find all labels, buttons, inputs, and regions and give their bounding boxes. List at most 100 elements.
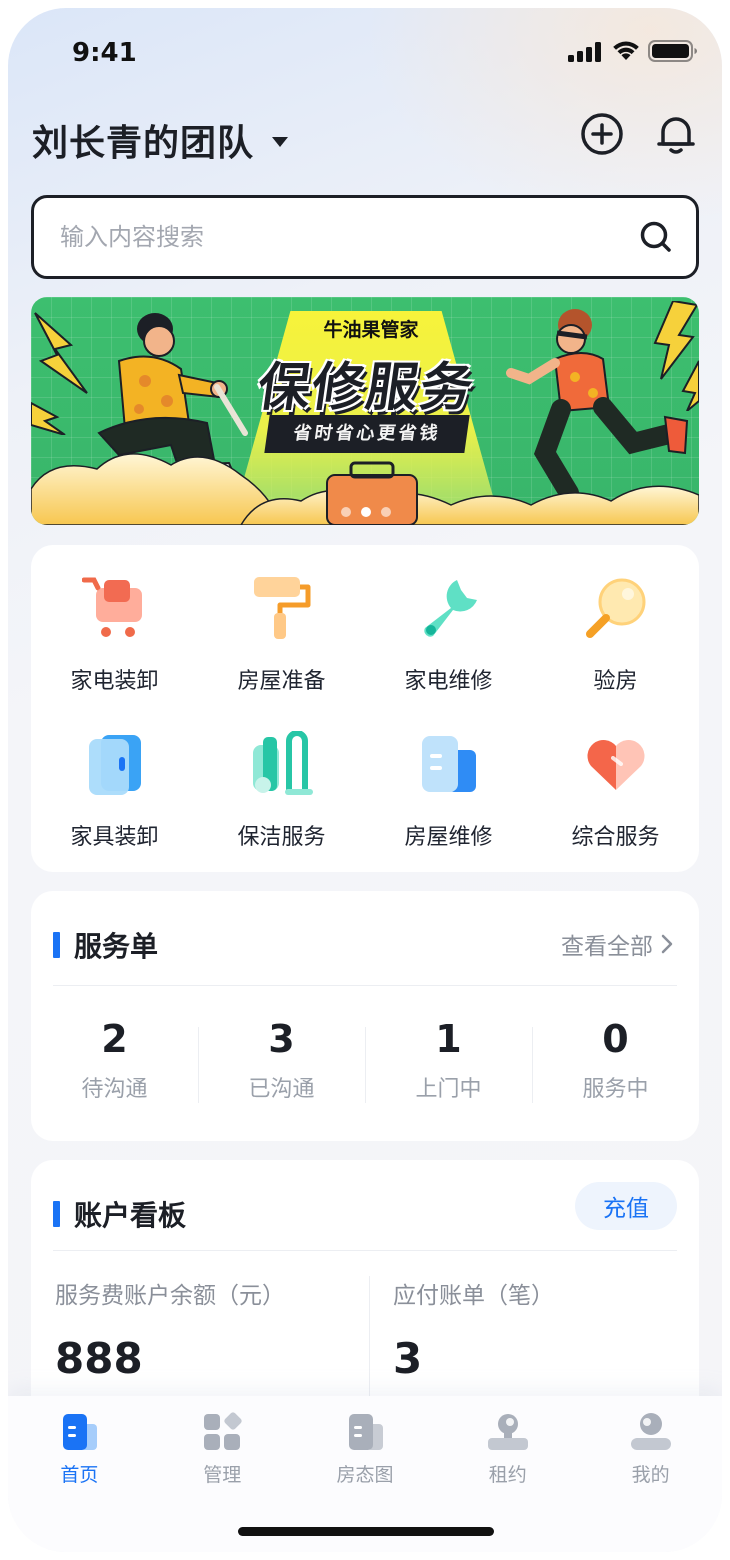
service-label: 房屋准备	[237, 669, 326, 694]
bills-stat[interactable]: 应付账单（笔） 3	[365, 1276, 699, 1416]
cleaning-icon	[247, 729, 317, 799]
stat-label: 待沟通	[81, 1077, 148, 1102]
search-box[interactable]	[31, 195, 699, 279]
section-accent-bar	[53, 1201, 60, 1227]
service-label: 家具装卸	[70, 825, 159, 850]
profile-icon	[627, 1410, 675, 1454]
banner-brand: 牛油果管家	[323, 319, 419, 341]
tab-profile[interactable]: 我的	[579, 1410, 722, 1487]
pagination-dot[interactable]	[341, 507, 351, 517]
order-stats: 2 待沟通 3 已沟通 1 上门中 0 服务中	[31, 1017, 699, 1103]
divider	[53, 1250, 677, 1251]
stat-value: 0	[602, 1017, 629, 1061]
service-label: 综合服务	[571, 825, 660, 850]
section-title: 账户看板	[74, 1199, 187, 1232]
cart-icon	[80, 573, 150, 643]
tab-manage[interactable]: 管理	[151, 1410, 294, 1487]
wardrobe-icon	[80, 729, 150, 799]
pagination-dot-active[interactable]	[361, 507, 371, 517]
building-icon	[341, 1410, 389, 1454]
paint-roller-icon	[247, 573, 317, 643]
service-label: 保洁服务	[237, 825, 326, 850]
building-icon	[414, 729, 484, 799]
status-bar: 9:41	[8, 8, 722, 104]
section-title: 服务单	[74, 930, 159, 963]
services-grid: 家电装卸 房屋准备 家电维修 验房 家具装卸 保洁服务 房屋维修 综合服务	[31, 573, 699, 851]
account-stats: 服务费账户余额（元） 888 应付账单（笔） 3	[31, 1276, 699, 1416]
cellular-signal-icon	[568, 42, 601, 62]
heart-icon	[581, 729, 651, 799]
tab-label: 我的	[631, 1464, 670, 1486]
banner-pagination	[341, 507, 391, 517]
team-switcher[interactable]: 刘长青的团队	[32, 114, 289, 166]
service-label: 家电维修	[404, 669, 493, 694]
add-button[interactable]	[580, 112, 624, 156]
search-input[interactable]	[60, 223, 638, 251]
recharge-button[interactable]: 充值	[575, 1182, 677, 1230]
tab-room-status[interactable]: 房态图	[294, 1410, 437, 1487]
stat-label: 上门中	[415, 1077, 482, 1102]
bills-value: 3	[393, 1334, 423, 1383]
service-appliance-moving[interactable]: 家电装卸	[31, 573, 198, 695]
section-header: 服务单	[53, 925, 158, 965]
service-label: 房屋维修	[404, 825, 493, 850]
divider	[53, 985, 677, 986]
status-time: 9:41	[72, 38, 137, 68]
tab-label: 首页	[60, 1464, 99, 1486]
home-indicator[interactable]	[238, 1527, 494, 1536]
stat-label: 服务中	[582, 1077, 649, 1102]
stat-value: 2	[101, 1017, 128, 1061]
chevron-right-icon	[661, 934, 673, 954]
balance-label: 服务费账户余额（元）	[55, 1283, 285, 1309]
home-icon	[55, 1410, 103, 1454]
service-furniture-moving[interactable]: 家具装卸	[31, 729, 198, 851]
tab-home[interactable]: 首页	[8, 1410, 151, 1487]
wifi-icon	[613, 41, 639, 60]
tab-label: 管理	[203, 1464, 242, 1486]
stat-on-the-way[interactable]: 1 上门中	[365, 1017, 532, 1103]
stat-pending-communication[interactable]: 2 待沟通	[31, 1017, 198, 1103]
service-label: 家电装卸	[70, 669, 159, 694]
balance-stat[interactable]: 服务费账户余额（元） 888	[31, 1276, 365, 1383]
battery-icon	[648, 40, 697, 62]
services-card: 家电装卸 房屋准备 家电维修 验房 家具装卸 保洁服务 房屋维修 综合服务	[31, 545, 699, 872]
promo-banner[interactable]: 牛油果管家 保修服务 省时省心更省钱	[31, 297, 699, 525]
section-header: 账户看板	[53, 1194, 186, 1234]
balance-value: 888	[55, 1334, 143, 1383]
service-general[interactable]: 综合服务	[532, 729, 699, 851]
stat-value: 3	[268, 1017, 295, 1061]
view-all-link[interactable]: 查看全部	[561, 927, 673, 961]
banner-title: 保修服务	[253, 358, 479, 418]
caret-down-icon	[272, 137, 289, 147]
bell-icon	[657, 117, 695, 154]
tab-label: 房态图	[336, 1464, 394, 1486]
stat-communicated[interactable]: 3 已沟通	[198, 1017, 365, 1103]
stat-in-service[interactable]: 0 服务中	[532, 1017, 699, 1103]
service-orders-card: 服务单 查看全部 2 待沟通 3 已沟通 1 上门中 0 服务中	[31, 891, 699, 1141]
bottom-tab-bar: 首页 管理 房态图 租约 我的	[8, 1396, 722, 1552]
tab-lease[interactable]: 租约	[436, 1410, 579, 1487]
stamp-icon	[484, 1410, 532, 1454]
section-accent-bar	[53, 932, 60, 958]
tab-label: 租约	[488, 1464, 527, 1486]
wrench-icon	[414, 573, 484, 643]
pagination-dot[interactable]	[381, 507, 391, 517]
service-cleaning[interactable]: 保洁服务	[198, 729, 365, 851]
view-all-label: 查看全部	[561, 934, 653, 960]
service-house-prep[interactable]: 房屋准备	[198, 573, 365, 695]
phone-screen: 9:41 刘长青的团队 输入内容搜索 牛油果管家 保修服务 省时省心更省钱 家电…	[8, 8, 722, 1552]
stat-label: 已沟通	[248, 1077, 315, 1102]
service-label: 验房	[593, 669, 638, 694]
team-name: 刘长青的团队	[32, 123, 255, 164]
tabs: 首页 管理 房态图 租约 我的	[8, 1410, 722, 1487]
bills-label: 应付账单（笔）	[393, 1283, 554, 1309]
service-house-repair[interactable]: 房屋维修	[365, 729, 532, 851]
stat-value: 1	[435, 1017, 462, 1061]
magnifier-icon	[581, 573, 651, 643]
search-icon[interactable]	[638, 219, 674, 255]
notifications-button[interactable]	[654, 112, 698, 156]
grid-icon	[198, 1410, 246, 1454]
service-inspection[interactable]: 验房	[532, 573, 699, 695]
service-appliance-repair[interactable]: 家电维修	[365, 573, 532, 695]
plus-circle-icon	[581, 113, 623, 155]
